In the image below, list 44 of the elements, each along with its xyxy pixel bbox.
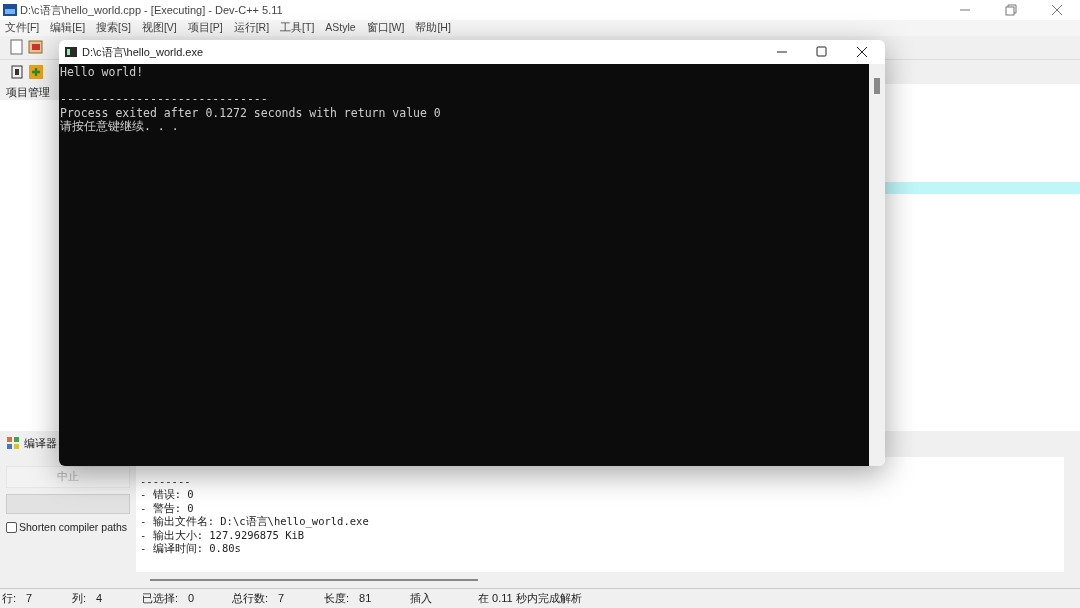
- status-label: 插入: [410, 591, 432, 607]
- scrollbar-thumb[interactable]: [874, 78, 880, 94]
- menu-item[interactable]: 运行[R]: [233, 20, 270, 36]
- add-icon[interactable]: [28, 63, 44, 80]
- log-line: --------: [140, 474, 192, 488]
- status-value: 7: [278, 591, 285, 607]
- console-line: Hello world!: [60, 66, 145, 80]
- new-file-icon[interactable]: [10, 39, 24, 56]
- status-label: 长度:: [324, 591, 350, 607]
- console-icon: [65, 47, 77, 57]
- status-label: 已选择:: [142, 591, 179, 607]
- menu-item[interactable]: 视图[V]: [141, 20, 177, 36]
- status-value: 7: [26, 591, 33, 607]
- menu-item[interactable]: 项目[P]: [187, 20, 223, 36]
- console-title: D:\c语言\hello_world.exe: [82, 44, 204, 60]
- menu-item[interactable]: AStyle: [325, 20, 356, 36]
- log-line: - 编译时间: 0.80s: [140, 542, 242, 556]
- status-value: 81: [359, 591, 372, 607]
- menu-item[interactable]: 工具[T]: [280, 20, 315, 36]
- menu-item[interactable]: 编辑[E]: [50, 20, 86, 36]
- console-line: Process exited after 0.1272 seconds with return value 0: [60, 106, 442, 120]
- log-line: - 错误: 0: [140, 488, 195, 502]
- status-label: 总行数:: [232, 591, 269, 607]
- window-title: D:\c语言\hello_world.cpp - [Executing] - Dev-C++ 5.11: [20, 2, 283, 18]
- shorten-paths-checkbox[interactable]: Shorten compiler paths: [6, 519, 130, 536]
- log-line: - 警告: 0: [140, 501, 195, 515]
- status-label: 行:: [2, 591, 17, 607]
- menu-item[interactable]: 帮助[H]: [415, 20, 451, 36]
- menu-item[interactable]: 文件[F]: [5, 20, 40, 36]
- status-label: 在 0.11 秒内完成解析: [478, 591, 582, 607]
- app-icon: [3, 4, 17, 16]
- horizontal-scrollbar[interactable]: [150, 579, 478, 582]
- menu-item[interactable]: 窗口[W]: [366, 20, 405, 36]
- grid-icon: [7, 437, 20, 450]
- status-value: 0: [188, 591, 195, 607]
- status-label: 列:: [72, 591, 87, 607]
- toolbar-icon[interactable]: [10, 63, 24, 80]
- menu-item[interactable]: 搜索[S]: [96, 20, 131, 36]
- status-value: 4: [96, 591, 103, 607]
- console-line: 请按任意键继续. . .: [60, 120, 180, 134]
- open-icon[interactable]: [28, 39, 44, 56]
- log-line: - 输出文件名: D:\c语言\hello_world.exe: [140, 515, 370, 529]
- console-line: ------------------------------: [60, 93, 269, 107]
- log-line: - 输出大小: 127.9296875 KiB: [140, 528, 306, 542]
